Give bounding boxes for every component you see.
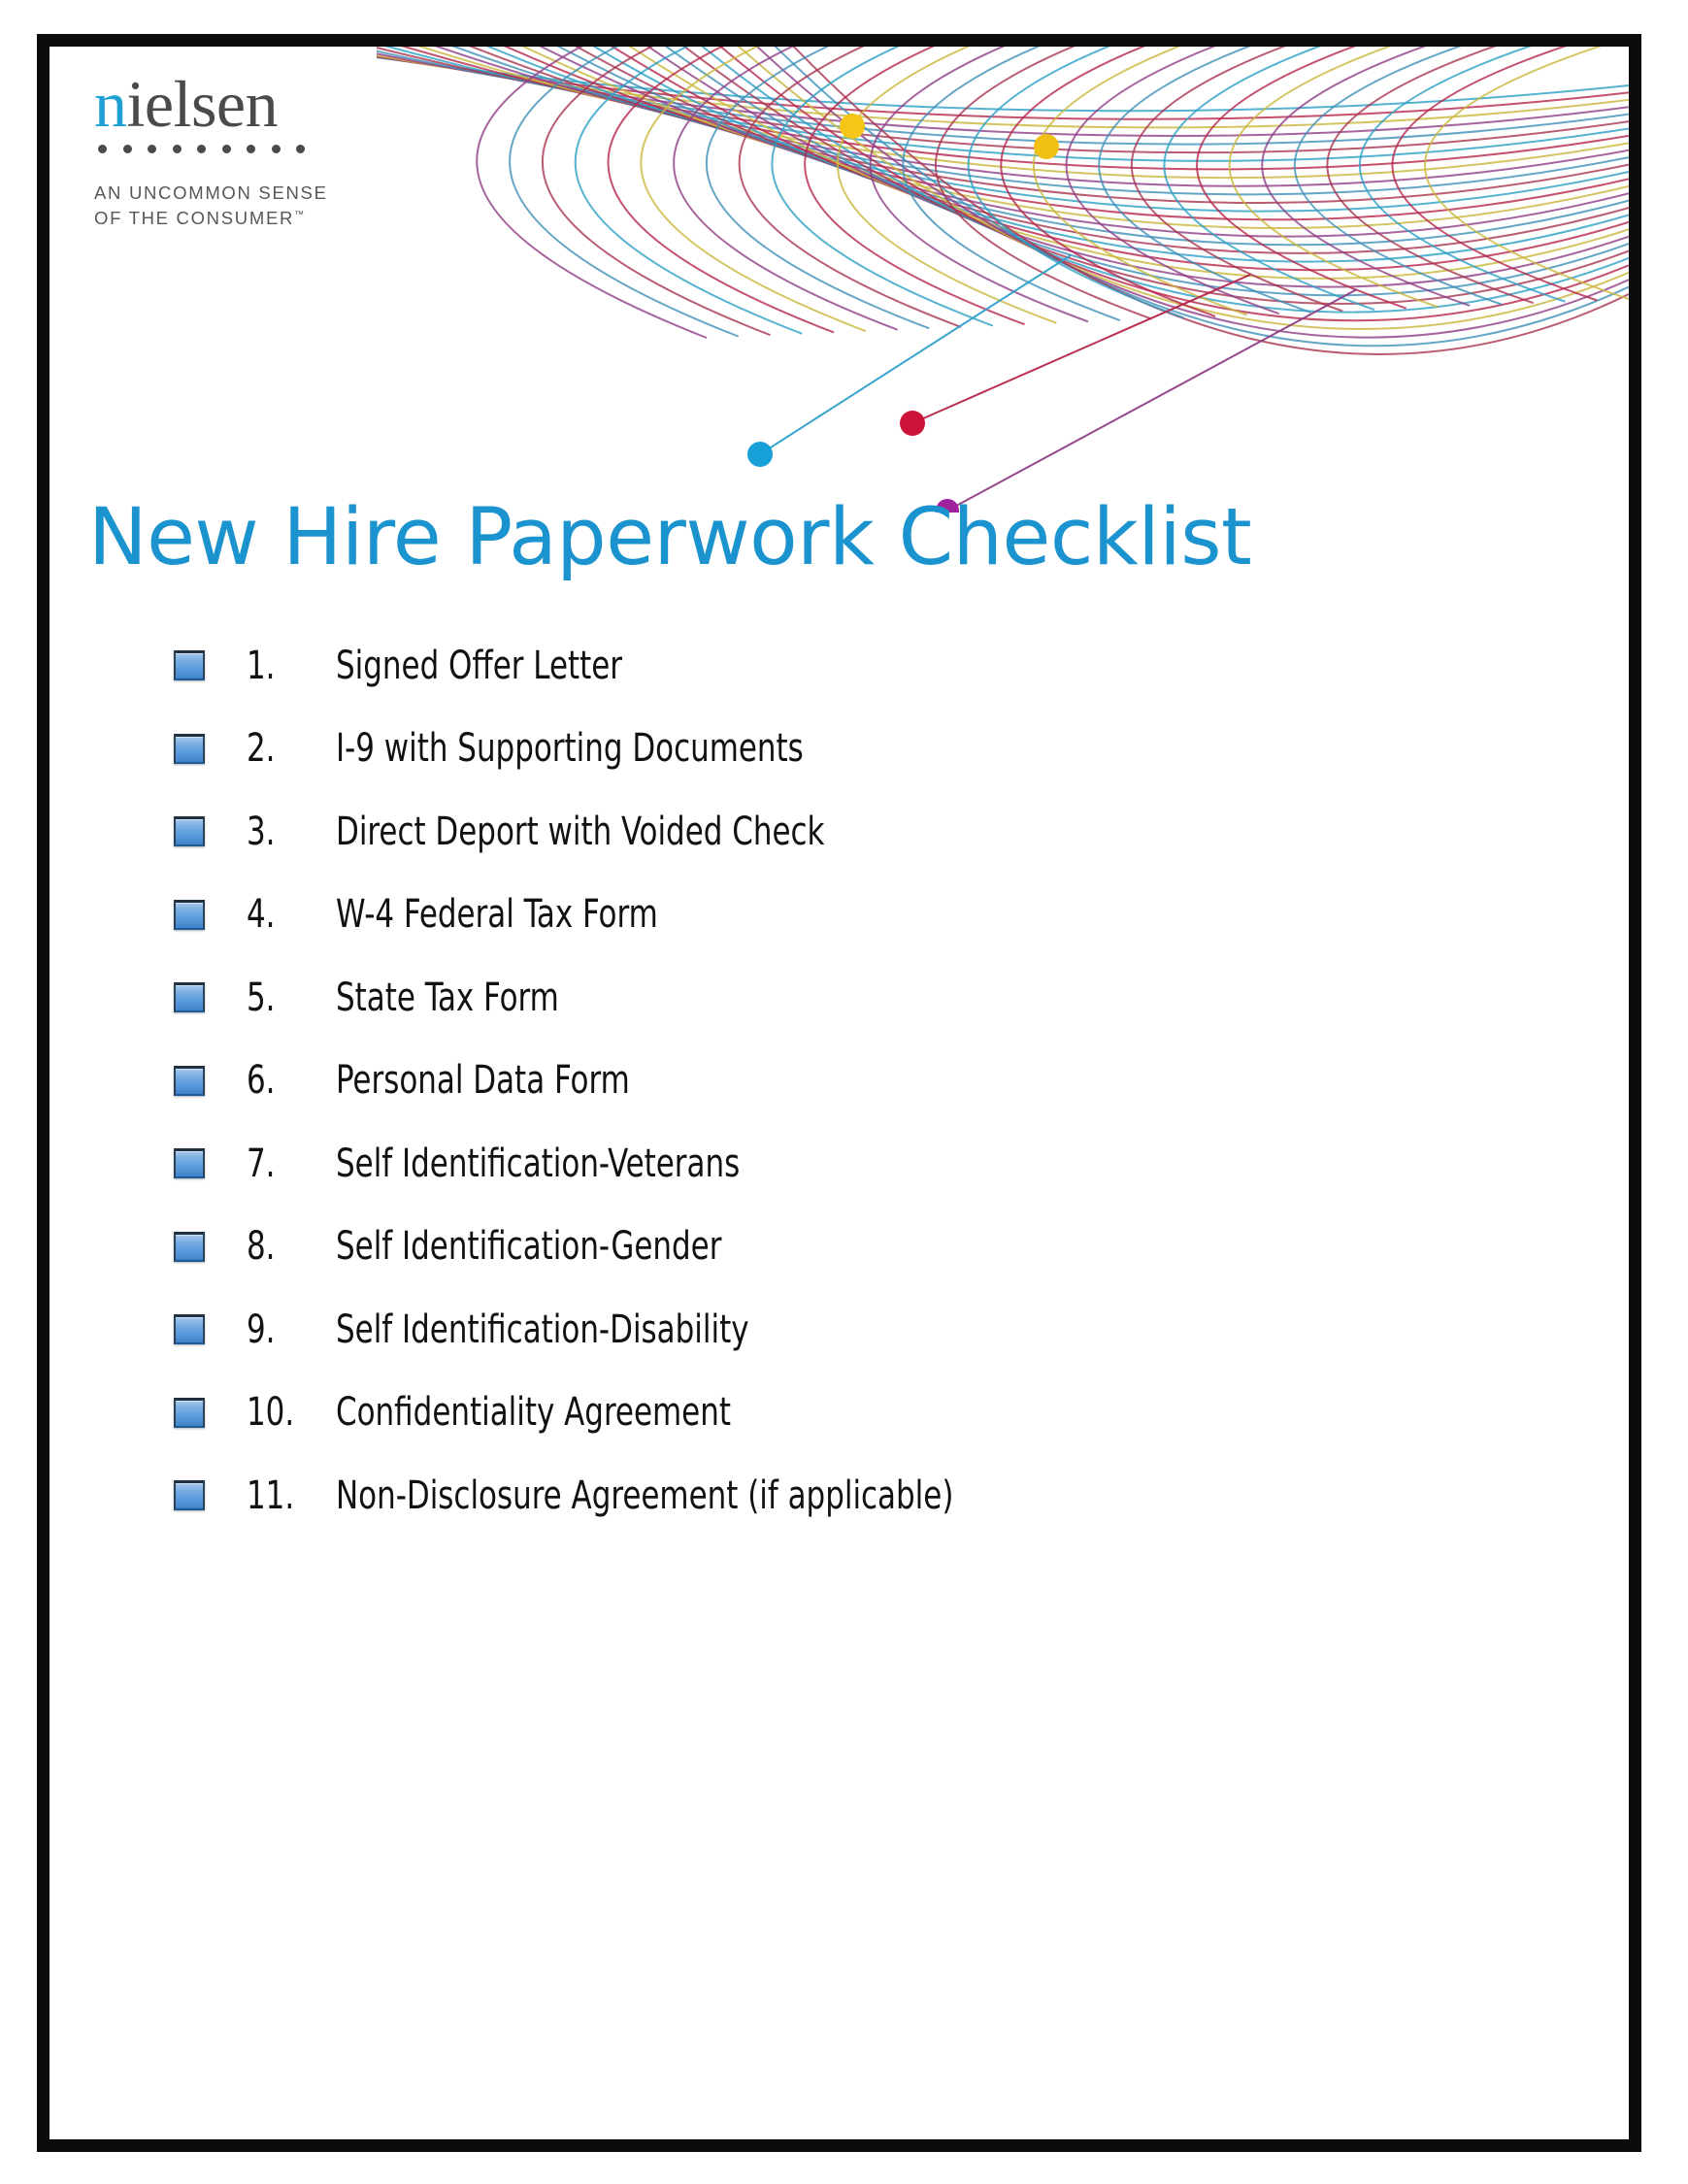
checklist-item-number: 7.	[247, 1141, 276, 1186]
checklist-item[interactable]: 9. Self Identification-Disability	[127, 1288, 1486, 1372]
mesh-svg	[377, 47, 1629, 513]
checkbox-icon[interactable]	[174, 1148, 205, 1179]
logo-wordmark-accent: n	[94, 67, 127, 141]
logo-dot	[98, 144, 107, 153]
checklist-item-number: 4.	[247, 892, 276, 938]
checklist-item-number: 2.	[247, 726, 276, 772]
checklist-item[interactable]: 2. I-9 with Supporting Documents	[127, 708, 1486, 791]
nielsen-mesh-graphic	[377, 47, 1629, 513]
logo-dot	[172, 144, 182, 153]
document-page-frame: nielsen AN UNCOMMON SENSE OF THE CONSUME…	[37, 34, 1641, 2152]
logo-tagline-line1: AN UNCOMMON SENSE	[94, 182, 328, 203]
checklist-item-number: 3.	[247, 809, 276, 854]
checklist-item-label: Self Identification-Disability	[336, 1307, 749, 1352]
logo-trademark-symbol: ™	[294, 210, 305, 221]
checkbox-icon[interactable]	[174, 1314, 205, 1345]
checklist-item-number: 10.	[247, 1390, 295, 1436]
checklist-item-number: 1.	[247, 643, 276, 688]
checkbox-icon[interactable]	[174, 1397, 205, 1428]
checklist-item-label: State Tax Form	[336, 975, 559, 1020]
checklist-item[interactable]: 7. Self Identification-Veterans	[127, 1122, 1486, 1206]
checklist-item-number: 8.	[247, 1224, 276, 1270]
logo-tagline: AN UNCOMMON SENSE OF THE CONSUMER™	[94, 181, 414, 233]
checklist-item[interactable]: 5. State Tax Form	[127, 956, 1486, 1040]
logo-dot	[271, 144, 281, 153]
logo-wordmark: nielsen	[94, 71, 414, 137]
checklist-item-number: 11.	[247, 1473, 295, 1518]
checkbox-icon[interactable]	[174, 899, 205, 930]
node-yellow-left	[840, 114, 865, 139]
checklist-item-label: I-9 with Supporting Documents	[336, 726, 804, 772]
checklist-item-label: Self Identification-Gender	[336, 1224, 722, 1270]
checklist-item[interactable]: 8. Self Identification-Gender	[127, 1206, 1486, 1289]
logo-dot	[296, 144, 305, 153]
logo-dot	[122, 144, 132, 153]
nielsen-logo: nielsen AN UNCOMMON SENSE OF THE CONSUME…	[94, 71, 414, 233]
logo-tagline-line2: OF THE CONSUMER	[94, 208, 295, 229]
checkbox-icon[interactable]	[174, 1065, 205, 1096]
checklist-item-number: 6.	[247, 1058, 276, 1104]
checklist-item-number: 5.	[247, 975, 276, 1020]
logo-wordmark-rest: ielsen	[126, 67, 279, 141]
node-cyan	[747, 442, 773, 467]
checklist-item[interactable]: 11. Non-Disclosure Agreement (if applicab…	[127, 1454, 1486, 1538]
checklist-item-label: W-4 Federal Tax Form	[336, 892, 658, 938]
checklist-item-number: 9.	[247, 1307, 276, 1352]
checklist-item-label: Direct Deport with Voided Check	[336, 809, 825, 854]
logo-dot	[197, 144, 206, 153]
logo-dot	[221, 144, 231, 153]
logo-dot	[148, 144, 156, 153]
checklist: 1. Signed Offer Letter 2. I-9 with Supporti…	[127, 624, 1486, 1538]
logo-dot	[247, 144, 255, 153]
node-yellow-right	[1034, 134, 1059, 159]
logo-dot-row	[98, 144, 414, 153]
checklist-item[interactable]: 4. W-4 Federal Tax Form	[127, 874, 1486, 957]
document-page: nielsen AN UNCOMMON SENSE OF THE CONSUME…	[50, 47, 1629, 2139]
checkbox-icon[interactable]	[174, 1480, 205, 1511]
checkbox-icon[interactable]	[174, 816, 205, 847]
checklist-item[interactable]: 1. Signed Offer Letter	[127, 624, 1486, 708]
checkbox-icon[interactable]	[174, 733, 205, 764]
checkbox-icon[interactable]	[174, 650, 205, 681]
checklist-item[interactable]: 6. Personal Data Form	[127, 1040, 1486, 1123]
checklist-item-label: Non-Disclosure Agreement (if applicable)	[336, 1473, 954, 1518]
checklist-item-label: Signed Offer Letter	[336, 643, 623, 688]
node-crimson	[900, 411, 925, 436]
checklist-item[interactable]: 3. Direct Deport with Voided Check	[127, 790, 1486, 874]
checklist-item[interactable]: 10. Confidentiality Agreement	[127, 1372, 1486, 1455]
checklist-item-label: Confidentiality Agreement	[336, 1390, 731, 1436]
page-title: New Hire Paperwork Checklist	[88, 492, 1252, 584]
checkbox-icon[interactable]	[174, 982, 205, 1013]
checklist-item-label: Self Identification-Veterans	[336, 1141, 741, 1186]
checklist-item-label: Personal Data Form	[336, 1058, 630, 1104]
checkbox-icon[interactable]	[174, 1231, 205, 1262]
